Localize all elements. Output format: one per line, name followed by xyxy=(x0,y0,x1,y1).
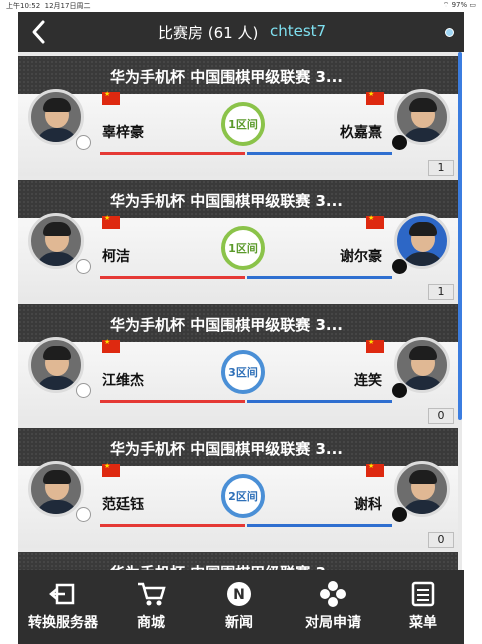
left-player-name: 辜梓豪 xyxy=(102,125,144,141)
game-title: 华为手机杯 中国围棋甲级联赛 3... xyxy=(110,68,343,86)
scrollbar[interactable] xyxy=(458,52,462,420)
back-arrow-icon[interactable] xyxy=(28,18,50,46)
left-player-name: 柯洁 xyxy=(102,249,130,265)
status-bar: 上午10:52 12月17日周二 ⌔ 97% ▭ xyxy=(0,0,482,12)
china-flag-icon xyxy=(102,462,120,477)
game-request-icon xyxy=(320,581,346,607)
game-card[interactable]: 华为手机杯 中国围棋甲级联赛 3... 范廷钰 2区间 谢科 0 xyxy=(18,428,458,548)
game-title: 华为手机杯 中国围棋甲级联赛 3... xyxy=(110,440,343,458)
tab-label: 转换服务器 xyxy=(28,615,98,631)
game-title: 华为手机杯 中国围棋甲级联赛 3... xyxy=(110,192,343,210)
game-card[interactable]: 华为手机杯 中国围棋甲级联赛 3... 江维杰 3区间 连笑 0 xyxy=(18,304,458,424)
svg-text:N: N xyxy=(233,587,245,603)
right-player-name: 连笑 xyxy=(354,373,382,389)
viewer-count: 0 xyxy=(428,532,454,548)
right-player-name: 谢尔豪 xyxy=(340,249,382,265)
game-card[interactable]: 华为手机杯 中国围棋甲级联赛 3... 辜梓豪 1区间 杦嘉熹 1 xyxy=(18,56,458,176)
nav-bar: 比赛房 (61 人) chtest7 xyxy=(18,12,464,52)
right-progress-line xyxy=(247,400,392,403)
left-progress-line xyxy=(100,524,245,527)
game-card[interactable]: 华为手机杯 中国围棋甲级联赛 3... xyxy=(18,552,458,570)
room-badge: 3区间 xyxy=(221,350,265,394)
game-card[interactable]: 华为手机杯 中国围棋甲级联赛 3... 柯洁 1区间 谢尔豪 1 xyxy=(18,180,458,300)
room-badge: 2区间 xyxy=(221,474,265,518)
black-stone-icon xyxy=(392,507,407,522)
tab-shop[interactable]: 商城 xyxy=(108,570,194,644)
viewer-count: 1 xyxy=(428,284,454,300)
cart-icon xyxy=(138,582,166,606)
game-title: 华为手机杯 中国围棋甲级联赛 3... xyxy=(110,316,343,334)
tab-game-request[interactable]: 对局申请 xyxy=(284,570,382,644)
china-flag-icon xyxy=(102,338,120,353)
right-progress-line xyxy=(247,276,392,279)
left-player-avatar xyxy=(28,461,84,517)
right-progress-line xyxy=(247,524,392,527)
china-flag-icon xyxy=(102,90,120,105)
username: chtest7 xyxy=(270,22,327,40)
left-player-avatar xyxy=(28,89,84,145)
black-stone-icon xyxy=(392,135,407,150)
tab-label: 对局申请 xyxy=(305,615,361,631)
viewer-count: 1 xyxy=(428,160,454,176)
game-title: 华为手机杯 中国围棋甲级联赛 3... xyxy=(110,562,343,570)
black-stone-icon xyxy=(392,259,407,274)
right-player-name: 谢科 xyxy=(354,497,382,513)
white-stone-icon xyxy=(76,507,91,522)
room-badge: 1区间 xyxy=(221,102,265,146)
news-icon: N xyxy=(227,582,251,606)
right-player-name: 杦嘉熹 xyxy=(340,125,382,141)
tab-label: 商城 xyxy=(137,615,165,631)
black-stone-icon xyxy=(392,383,407,398)
tab-label: 新闻 xyxy=(225,615,253,631)
left-player-name: 江维杰 xyxy=(102,373,144,389)
tab-news[interactable]: N 新闻 xyxy=(194,570,284,644)
bottom-tab-bar: 转换服务器 商城 N 新闻 对局申请 菜单 xyxy=(18,570,464,644)
right-progress-line xyxy=(247,152,392,155)
white-stone-icon xyxy=(76,259,91,274)
tab-switch-server[interactable]: 转换服务器 xyxy=(18,570,108,644)
room-badge: 1区间 xyxy=(221,226,265,270)
china-flag-icon xyxy=(102,214,120,229)
tab-label: 菜单 xyxy=(409,615,437,631)
page-title: 比赛房 (61 人) xyxy=(158,24,259,42)
china-flag-icon xyxy=(366,90,384,105)
menu-icon xyxy=(411,581,435,607)
status-battery: ⌔ 97% ▭ xyxy=(442,1,476,9)
white-stone-icon xyxy=(76,135,91,150)
left-progress-line xyxy=(100,276,245,279)
china-flag-icon xyxy=(366,214,384,229)
china-flag-icon xyxy=(366,462,384,477)
left-progress-line xyxy=(100,400,245,403)
left-player-avatar xyxy=(28,337,84,393)
left-progress-line xyxy=(100,152,245,155)
connection-status-icon xyxy=(445,28,454,37)
status-time-date: 上午10:52 12月17日周二 xyxy=(6,2,91,10)
viewer-count: 0 xyxy=(428,408,454,424)
white-stone-icon xyxy=(76,383,91,398)
tab-menu[interactable]: 菜单 xyxy=(382,570,464,644)
switch-server-icon xyxy=(49,583,75,605)
left-player-avatar xyxy=(28,213,84,269)
left-player-name: 范廷钰 xyxy=(102,497,144,513)
china-flag-icon xyxy=(366,338,384,353)
game-list[interactable]: 华为手机杯 中国围棋甲级联赛 3... 辜梓豪 1区间 杦嘉熹 1 华为手机杯 … xyxy=(18,52,462,570)
